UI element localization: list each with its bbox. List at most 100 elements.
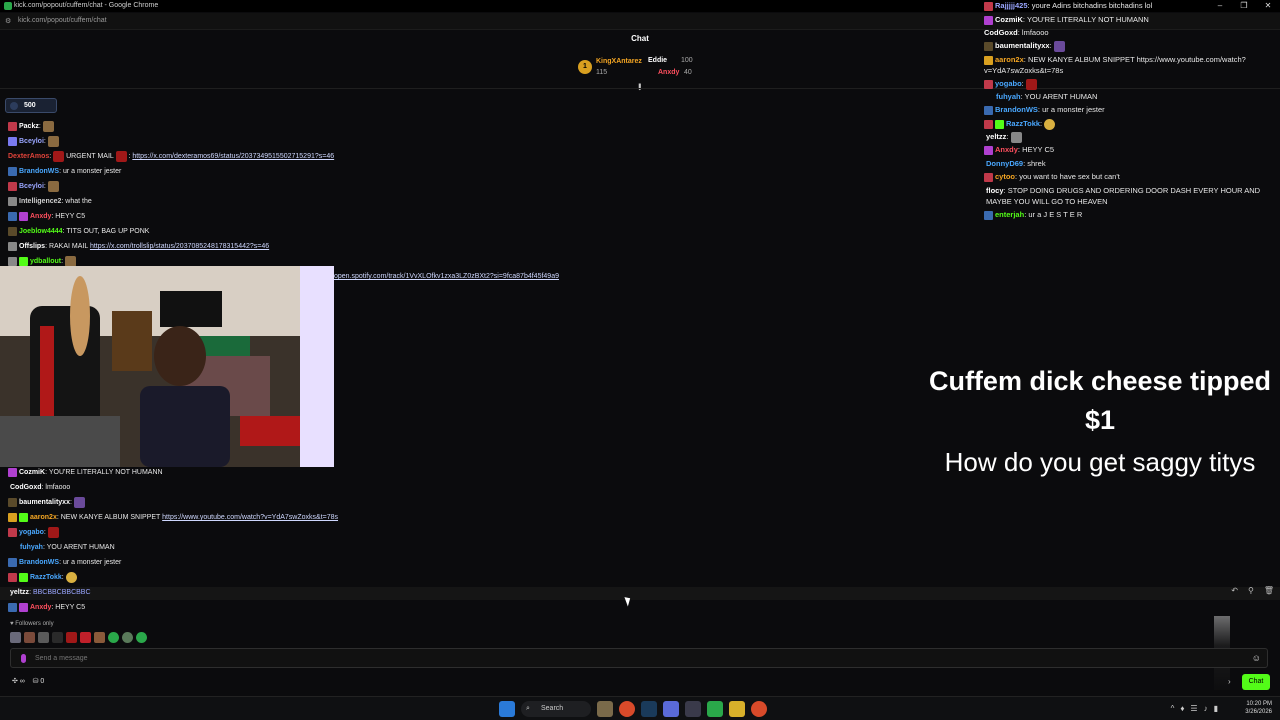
chat-username[interactable]: yogabo bbox=[19, 529, 44, 536]
overlay-username: yogabo bbox=[995, 79, 1022, 88]
chat-username[interactable]: CodGoxd bbox=[10, 484, 42, 491]
clock[interactable]: 10:20 PM 3/26/2026 bbox=[1245, 700, 1272, 716]
message-text: TITS OUT, BAG UP PONK bbox=[66, 228, 150, 235]
emote-icon[interactable] bbox=[80, 632, 91, 643]
message-input-box[interactable]: ☺ bbox=[10, 648, 1268, 668]
message-link[interactable]: https://x.com/dexteramos69/status/203734… bbox=[132, 153, 334, 160]
pin-icon[interactable]: ⚲ bbox=[1248, 586, 1254, 595]
recent-emotes bbox=[10, 632, 147, 643]
chat-username[interactable]: Bceyloi bbox=[19, 183, 44, 190]
gifter-name[interactable]: Anxdy bbox=[658, 69, 679, 76]
emoji-picker-icon[interactable]: ☺ bbox=[1252, 653, 1261, 663]
overlay-username: enterjah bbox=[995, 210, 1025, 219]
overlay-text: HEYY C5 bbox=[1022, 145, 1055, 154]
badge-icon bbox=[984, 1, 993, 11]
overlay-chat-message: DonnyD69: shrek bbox=[986, 159, 1046, 168]
chat-username[interactable]: fuhyah bbox=[20, 544, 43, 551]
kicks-count: 0 bbox=[40, 678, 45, 685]
chat-username[interactable]: Intelligence2 bbox=[19, 198, 61, 205]
emote-icon[interactable] bbox=[122, 632, 133, 643]
chat-username[interactable]: Anxdy bbox=[30, 604, 51, 611]
message-link[interactable]: https://x.com/trollslip/status/203708524… bbox=[90, 243, 269, 250]
badge-icon bbox=[8, 256, 17, 266]
microphone-icon[interactable] bbox=[21, 654, 26, 663]
chat-username[interactable]: Joeblow4444 bbox=[19, 228, 63, 235]
undo-icon[interactable]: ↶ bbox=[1231, 586, 1238, 595]
steam-icon[interactable] bbox=[641, 701, 657, 717]
taskbar-apps: ⌕ Search bbox=[499, 701, 767, 717]
trash-icon[interactable]: 🗑 bbox=[1264, 586, 1274, 595]
chat-username[interactable]: Packz bbox=[19, 123, 39, 130]
emote-icon[interactable] bbox=[108, 632, 119, 643]
chat-username[interactable]: BrandonWS bbox=[19, 168, 59, 175]
chat-message: CozmiK: YOU'RE LITERALLY NOT HUMANN bbox=[8, 466, 163, 479]
mic-tray-icon[interactable]: ♦ bbox=[1180, 704, 1190, 713]
quick-emotes-icon[interactable]: ✣ ∞ bbox=[12, 678, 25, 685]
chrome-active-icon[interactable] bbox=[751, 701, 767, 717]
network-icon[interactable]: ☰ bbox=[1190, 704, 1203, 713]
overlay-chat-message: CodGoxd: lmfaooo bbox=[984, 28, 1049, 37]
chrome-icon[interactable] bbox=[619, 701, 635, 717]
chat-username[interactable]: Anxdy bbox=[30, 213, 51, 220]
url-text[interactable]: kick.com/popout/cuffem/chat bbox=[18, 17, 107, 24]
chat-username[interactable]: DexterAmos bbox=[8, 153, 49, 160]
chat-username[interactable]: CozmiK bbox=[19, 469, 45, 476]
gifter-count: 100 bbox=[681, 57, 693, 64]
chat-username[interactable]: Bceyloi bbox=[19, 138, 44, 145]
app-icon[interactable] bbox=[707, 701, 723, 717]
chat-message: Joeblow4444: TITS OUT, BAG UP PONK bbox=[8, 225, 149, 238]
chat-username[interactable]: ydballout bbox=[30, 258, 61, 265]
emote-icon[interactable] bbox=[66, 632, 77, 643]
overlay-username: BrandonWS bbox=[995, 105, 1038, 114]
chat-message: CodGoxd: lmfaooo bbox=[10, 484, 71, 491]
chat-username[interactable]: Offslips bbox=[19, 243, 45, 250]
site-settings-icon[interactable]: ⚙ bbox=[5, 17, 11, 25]
chat-username[interactable]: RazzTokk bbox=[30, 574, 62, 581]
kicks-icon[interactable]: ⛁ bbox=[33, 678, 39, 685]
chat-username[interactable]: yeltzz bbox=[10, 589, 29, 596]
overlay-text: lmfaooo bbox=[1021, 28, 1049, 37]
overlay-text: NEW KANYE ALBUM SNIPPET https://www.yout… bbox=[984, 55, 1246, 75]
overlay-username: yeltzz bbox=[986, 132, 1007, 141]
overlay-username: baumentalityxx bbox=[995, 41, 1050, 50]
file-explorer-icon[interactable] bbox=[729, 701, 745, 717]
overlay-username: Anxdy bbox=[995, 145, 1018, 154]
message-input[interactable] bbox=[35, 652, 1135, 665]
alert-message: How do you get saggy titys bbox=[944, 447, 1256, 477]
emote-icon[interactable] bbox=[136, 632, 147, 643]
message-link[interactable]: https://www.youtube.com/watch?v=YdA7swZo… bbox=[162, 514, 338, 521]
overlay-chat-message: aaron2x: NEW KANYE ALBUM SNIPPET https:/… bbox=[984, 55, 1246, 75]
gifter-name[interactable]: Eddie bbox=[648, 57, 667, 64]
chat-message: fuhyah: YOU ARENT HUMAN bbox=[20, 544, 115, 551]
tray-chevron-icon[interactable]: ^ bbox=[1171, 704, 1181, 713]
chat-message: Offslips: RAKAI MAIL https://x.com/troll… bbox=[8, 240, 269, 253]
chat-message: Bceyloi: bbox=[8, 135, 59, 148]
emote-icon[interactable] bbox=[10, 632, 21, 643]
gifter-name[interactable]: KingXAntarez bbox=[596, 58, 642, 65]
message-link[interactable]: open.spotify.com/track/1VvXLOfkv1zxa3LZ0… bbox=[334, 273, 559, 280]
emote-icon[interactable] bbox=[94, 632, 105, 643]
message-text: HEYY C5 bbox=[55, 604, 86, 611]
overlay-chat-message: fuhyah: YOU ARENT HUMAN bbox=[996, 92, 1098, 101]
widgets-icon[interactable] bbox=[597, 701, 613, 717]
taskbar-search[interactable]: ⌕ Search bbox=[521, 701, 591, 717]
volume-icon[interactable]: ♪ bbox=[1204, 704, 1214, 713]
emote-icon[interactable] bbox=[52, 632, 63, 643]
chat-username[interactable]: baumentalityxx bbox=[19, 499, 70, 506]
chevron-right-icon[interactable]: › bbox=[1228, 677, 1231, 686]
badge-icon bbox=[984, 79, 993, 89]
emote-icon[interactable] bbox=[38, 632, 49, 643]
emote-icon[interactable] bbox=[24, 632, 35, 643]
chat-username[interactable]: BrandonWS bbox=[19, 559, 59, 566]
badge-icon bbox=[8, 512, 17, 522]
chat-send-button[interactable]: Chat bbox=[1242, 674, 1270, 690]
battery-icon[interactable]: ▮ bbox=[1214, 704, 1224, 713]
discord-icon[interactable] bbox=[663, 701, 679, 717]
chat-message: aaron2x: NEW KANYE ALBUM SNIPPET https:/… bbox=[8, 511, 338, 524]
followers-only-text: Followers only bbox=[15, 621, 54, 627]
message-text: BBCBBCBBCBBC bbox=[32, 589, 91, 596]
app-icon[interactable] bbox=[685, 701, 701, 717]
chat-username[interactable]: aaron2x bbox=[30, 514, 57, 521]
kicks-goal[interactable]: 500 bbox=[5, 98, 57, 113]
start-menu-icon[interactable] bbox=[499, 701, 515, 717]
